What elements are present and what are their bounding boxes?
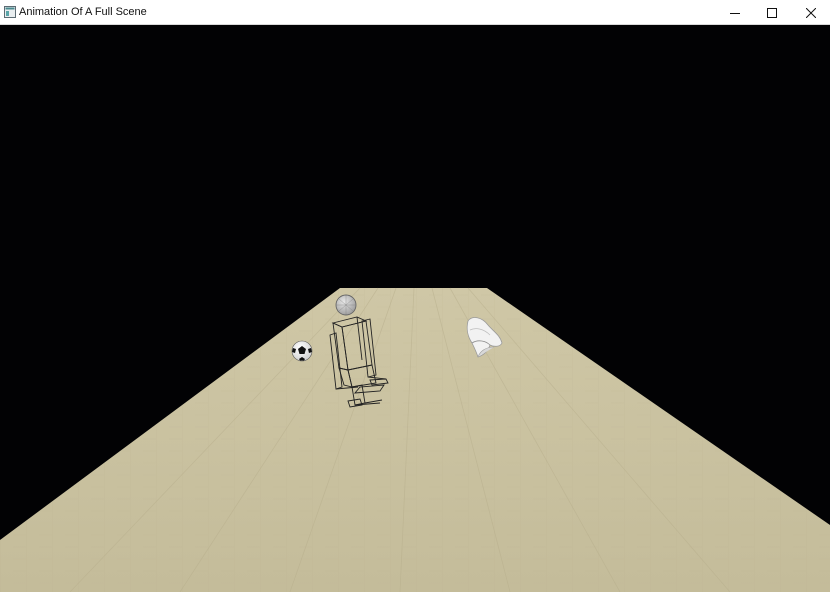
close-icon <box>806 7 816 18</box>
minimize-icon <box>730 12 740 14</box>
scene-canvas <box>0 287 830 592</box>
window-app-icon <box>4 6 16 18</box>
close-button[interactable] <box>792 0 830 25</box>
minimize-button[interactable] <box>716 0 754 25</box>
maximize-icon <box>767 7 777 18</box>
app-window: Animation Of A Full Scene <box>0 0 830 592</box>
render-viewport[interactable] <box>0 25 830 592</box>
window-title: Animation Of A Full Scene <box>19 6 147 18</box>
maximize-button[interactable] <box>753 0 791 25</box>
soccer-ball <box>291 340 313 362</box>
title-bar[interactable]: Animation Of A Full Scene <box>0 0 830 25</box>
wood-floor <box>0 287 830 592</box>
